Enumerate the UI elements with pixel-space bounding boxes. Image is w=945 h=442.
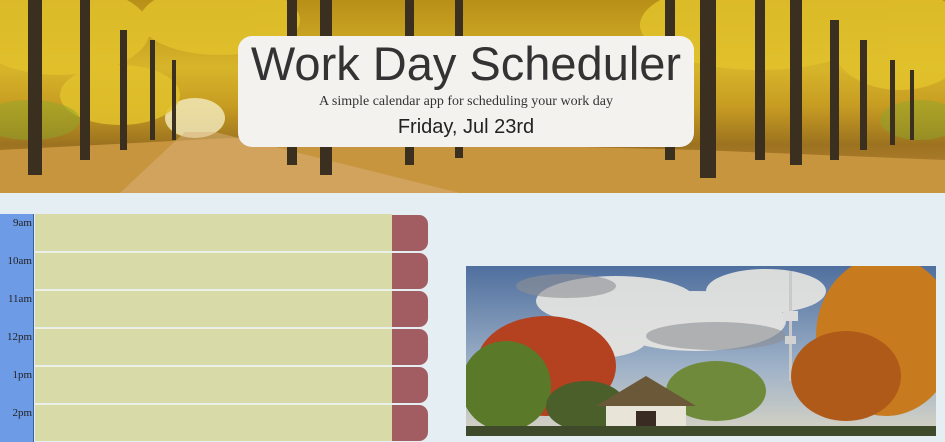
page-title: Work Day Scheduler [250,37,682,90]
current-day: Friday, Jul 23rd [397,116,535,138]
event-description-input[interactable] [35,404,392,441]
save-button[interactable] [392,215,428,251]
time-block: 11am [0,290,430,328]
hour-label: 1pm [0,366,34,404]
event-description-input[interactable] [35,252,392,289]
event-description-input[interactable] [35,290,392,327]
hour-label: 2pm [0,404,34,442]
time-block: 2pm [0,404,430,442]
hour-label: 12pm [0,328,34,366]
schedule: 9am 10am 11am 12pm 1pm 2pm [0,214,430,442]
time-block: 1pm [0,366,430,404]
hour-label: 10am [0,252,34,290]
save-button[interactable] [392,253,428,289]
event-description-input[interactable] [35,328,392,365]
event-description-input[interactable] [35,366,392,403]
header-jumbotron: Work Day Scheduler A simple calendar app… [238,36,694,147]
save-button[interactable] [392,291,428,327]
hour-label: 11am [0,290,34,328]
event-description-input[interactable] [35,214,392,251]
save-button[interactable] [392,367,428,403]
save-button[interactable] [392,329,428,365]
page-lead: A simple calendar app for scheduling you… [319,94,613,109]
time-block: 10am [0,252,430,290]
time-block: 12pm [0,328,430,366]
time-block: 9am [0,214,430,252]
hour-label: 9am [0,214,34,252]
japanese-garden-photo [466,266,936,436]
